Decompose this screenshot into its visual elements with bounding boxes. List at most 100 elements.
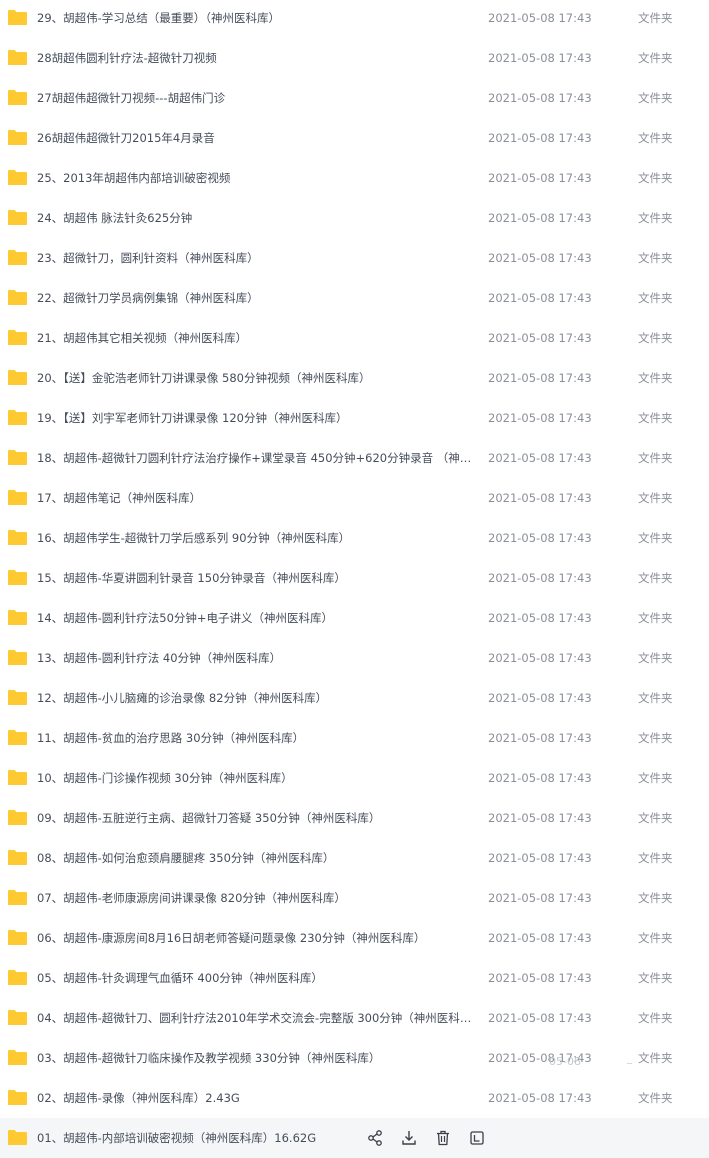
file-row[interactable]: 10、胡超伟-门诊操作视频 30分钟（神州医科库） 2021-05-08 17:4…	[0, 758, 709, 798]
file-name[interactable]: 24、胡超伟 脉法针灸625分钟	[37, 198, 473, 238]
file-type: 文件夹	[638, 731, 673, 745]
file-name[interactable]: 03、胡超伟-超微针刀临床操作及教学视频 330分钟（神州医科库）	[37, 1038, 473, 1078]
file-name[interactable]: 09、胡超伟-五脏逆行主病、超微针刀答疑 350分钟（神州医科库）	[37, 798, 473, 838]
file-name[interactable]: 11、胡超伟-贫血的治疗思路 30分钟（神州医科库）	[37, 718, 473, 758]
folder-icon	[7, 289, 28, 306]
file-name[interactable]: 14、胡超伟-圆利针疗法50分钟+电子讲义（神州医科库）	[37, 598, 473, 638]
file-name[interactable]: 22、超微针刀学员病例集锦（神州医科库）	[37, 278, 473, 318]
folder-icon	[7, 529, 28, 546]
file-name[interactable]: 04、胡超伟-超微针刀、圆利针疗法2010年学术交流会-完整版 300分钟（神州…	[37, 998, 473, 1038]
file-row[interactable]: 06、胡超伟-康源房间8月16日胡老师答疑问题录像 230分钟（神州医科库） 20…	[0, 918, 709, 958]
file-row[interactable]: 09、胡超伟-五脏逆行主病、超微针刀答疑 350分钟（神州医科库） 2021-05…	[0, 798, 709, 838]
file-name[interactable]: 20、【送】金驼浩老师针刀讲课录像 580分钟视频（神州医科库）	[37, 358, 473, 398]
file-row[interactable]: 19、【送】刘宇军老师针刀讲课录像 120分钟（神州医科库） 2021-05-08…	[0, 398, 709, 438]
file-type: 文件夹	[638, 1011, 673, 1025]
file-type: 文件夹	[638, 931, 673, 945]
file-name[interactable]: 25、2013年胡超伟内部培训破密视频	[37, 158, 473, 198]
file-name[interactable]: 16、胡超伟学生-超微针刀学后感系列 90分钟（神州医科库）	[37, 518, 473, 558]
file-row[interactable]: 12、胡超伟-小儿脑瘫的诊治录像 82分钟（神州医科库） 2021-05-08 1…	[0, 678, 709, 718]
file-name[interactable]: 23、超微针刀，圆利针资料（神州医科库）	[37, 238, 473, 278]
file-name[interactable]: 13、胡超伟-圆利针疗法 40分钟（神州医科库）	[37, 638, 473, 678]
folder-icon	[7, 1009, 28, 1026]
folder-icon	[7, 649, 28, 666]
file-row[interactable]: 01、胡超伟-内部培训破密视频（神州医科库）16.62G	[0, 1118, 709, 1158]
file-date: 2021-05-08 17:43	[488, 251, 592, 265]
file-name[interactable]: 19、【送】刘宇军老师针刀讲课录像 120分钟（神州医科库）	[37, 398, 473, 438]
file-name[interactable]: 07、胡超伟-老师康源房间讲课录像 820分钟（神州医科库）	[37, 878, 473, 918]
file-row[interactable]: 21、胡超伟其它相关视频（神州医科库） 2021-05-08 17:43 文件夹	[0, 318, 709, 358]
share-icon[interactable]	[366, 1129, 384, 1147]
folder-icon	[7, 169, 28, 186]
file-type: 文件夹	[638, 571, 673, 585]
file-date: 2021-05-08 17:43	[488, 651, 592, 665]
file-type: 文件夹	[638, 1051, 673, 1065]
file-date: 2021-05-08 17:43	[488, 451, 592, 465]
more-icon[interactable]	[468, 1129, 486, 1147]
file-row[interactable]: 05、胡超伟-针灸调理气血循环 400分钟（神州医科库） 2021-05-08 1…	[0, 958, 709, 998]
folder-icon	[7, 89, 28, 106]
file-row[interactable]: 18、胡超伟-超微针刀圆利针疗法治疗操作+课堂录音 450分钟+620分钟录音 …	[0, 438, 709, 478]
file-row[interactable]: 02、胡超伟-录像（神州医科库）2.43G 2021-05-08 17:43 文件夹	[0, 1078, 709, 1118]
file-date: 2021-05-08 17:43	[488, 1051, 592, 1065]
file-date: 2021-05-08 17:43	[488, 211, 592, 225]
file-name[interactable]: 06、胡超伟-康源房间8月16日胡老师答疑问题录像 230分钟（神州医科库）	[37, 918, 473, 958]
overlay-tick	[627, 1063, 632, 1064]
file-name[interactable]: 27胡超伟超微针刀视频---胡超伟门诊	[37, 78, 473, 118]
file-name[interactable]: 02、胡超伟-录像（神州医科库）2.43G	[37, 1078, 473, 1118]
file-date: 2021-05-08 17:43	[488, 331, 592, 345]
file-name[interactable]: 21、胡超伟其它相关视频（神州医科库）	[37, 318, 473, 358]
file-row[interactable]: 28胡超伟圆利针疗法-超微针刀视频 2021-05-08 17:43 文件夹	[0, 38, 709, 78]
file-row[interactable]: 04、胡超伟-超微针刀、圆利针疗法2010年学术交流会-完整版 300分钟（神州…	[0, 998, 709, 1038]
file-name[interactable]: 15、胡超伟-华夏讲圆利针录音 150分钟录音（神州医科库）	[37, 558, 473, 598]
file-row[interactable]: 22、超微针刀学员病例集锦（神州医科库） 2021-05-08 17:43 文件夹	[0, 278, 709, 318]
file-row[interactable]: 07、胡超伟-老师康源房间讲课录像 820分钟（神州医科库） 2021-05-08…	[0, 878, 709, 918]
file-row[interactable]: 14、胡超伟-圆利针疗法50分钟+电子讲义（神州医科库） 2021-05-08 1…	[0, 598, 709, 638]
file-row[interactable]: 03、胡超伟-超微针刀临床操作及教学视频 330分钟（神州医科库） 2021-05…	[0, 1038, 709, 1078]
file-row[interactable]: 24、胡超伟 脉法针灸625分钟 2021-05-08 17:43 文件夹	[0, 198, 709, 238]
file-row[interactable]: 25、2013年胡超伟内部培训破密视频 2021-05-08 17:43 文件夹	[0, 158, 709, 198]
file-row[interactable]: 20、【送】金驼浩老师针刀讲课录像 580分钟视频（神州医科库） 2021-05-…	[0, 358, 709, 398]
file-name[interactable]: 18、胡超伟-超微针刀圆利针疗法治疗操作+课堂录音 450分钟+620分钟录音 …	[37, 438, 473, 478]
file-row[interactable]: 23、超微针刀，圆利针资料（神州医科库） 2021-05-08 17:43 文件夹	[0, 238, 709, 278]
folder-icon	[7, 329, 28, 346]
file-type: 文件夹	[638, 411, 673, 425]
file-type: 文件夹	[638, 531, 673, 545]
file-row[interactable]: 27胡超伟超微针刀视频---胡超伟门诊 2021-05-08 17:43 文件夹	[0, 78, 709, 118]
download-icon[interactable]	[400, 1129, 418, 1147]
folder-icon	[7, 1129, 28, 1146]
file-name[interactable]: 17、胡超伟笔记（神州医科库）	[37, 478, 473, 518]
file-date: 2021-05-08 17:43	[488, 851, 592, 865]
file-row[interactable]: 15、胡超伟-华夏讲圆利针录音 150分钟录音（神州医科库） 2021-05-08…	[0, 558, 709, 598]
file-row[interactable]: 17、胡超伟笔记（神州医科库） 2021-05-08 17:43 文件夹	[0, 478, 709, 518]
file-date: 2021-05-08 17:43	[488, 971, 592, 985]
file-date: 2021-05-08 17:43	[488, 931, 592, 945]
folder-icon	[7, 849, 28, 866]
file-date: 2021-05-08 17:43	[488, 371, 592, 385]
file-row[interactable]: 08、胡超伟-如何治愈颈肩腰腿疼 350分钟（神州医科库） 2021-05-08 …	[0, 838, 709, 878]
file-name[interactable]: 12、胡超伟-小儿脑瘫的诊治录像 82分钟（神州医科库）	[37, 678, 473, 718]
file-name[interactable]: 05、胡超伟-针灸调理气血循环 400分钟（神州医科库）	[37, 958, 473, 998]
file-row[interactable]: 11、胡超伟-贫血的治疗思路 30分钟（神州医科库） 2021-05-08 17:…	[0, 718, 709, 758]
file-name[interactable]: 10、胡超伟-门诊操作视频 30分钟（神州医科库）	[37, 758, 473, 798]
file-row[interactable]: 29、胡超伟-学习总结（最重要）（神州医科库） 2021-05-08 17:43 文…	[0, 0, 709, 38]
file-date: 2021-05-08 17:43	[488, 171, 592, 185]
file-name[interactable]: 28胡超伟圆利针疗法-超微针刀视频	[37, 38, 473, 78]
file-row[interactable]: 26胡超伟超微针刀2015年4月录音 2021-05-08 17:43 文件夹	[0, 118, 709, 158]
file-row[interactable]: 16、胡超伟学生-超微针刀学后感系列 90分钟（神州医科库） 2021-05-08…	[0, 518, 709, 558]
file-date: 2021-05-08 17:43	[488, 691, 592, 705]
file-date: 2021-05-08 17:43	[488, 11, 592, 25]
file-type: 文件夹	[638, 211, 673, 225]
delete-icon[interactable]	[434, 1129, 452, 1147]
file-date: 2021-05-08 17:43	[488, 1011, 592, 1025]
folder-icon	[7, 489, 28, 506]
file-name[interactable]: 29、胡超伟-学习总结（最重要）（神州医科库）	[37, 0, 473, 38]
file-date: 2021-05-08 17:43	[488, 411, 592, 425]
file-type: 文件夹	[638, 331, 673, 345]
file-name[interactable]: 26胡超伟超微针刀2015年4月录音	[37, 118, 473, 158]
file-name[interactable]: 08、胡超伟-如何治愈颈肩腰腿疼 350分钟（神州医科库）	[37, 838, 473, 878]
file-row[interactable]: 13、胡超伟-圆利针疗法 40分钟（神州医科库） 2021-05-08 17:43…	[0, 638, 709, 678]
folder-icon	[7, 609, 28, 626]
folder-icon	[7, 969, 28, 986]
file-type: 文件夹	[638, 851, 673, 865]
file-date: 2021-05-08 17:43	[488, 571, 592, 585]
